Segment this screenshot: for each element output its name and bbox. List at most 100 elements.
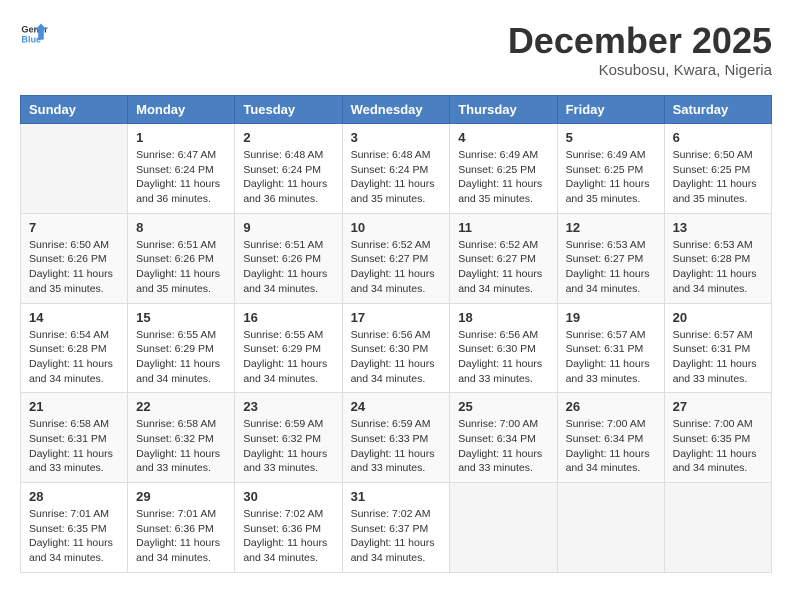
day-info: Sunrise: 6:53 AM Sunset: 6:27 PM Dayligh… (566, 238, 656, 297)
day-of-week-header: Friday (557, 96, 664, 124)
calendar-cell: 18 Sunrise: 6:56 AM Sunset: 6:30 PM Dayli… (450, 303, 557, 393)
day-number: 31 (351, 489, 442, 504)
day-number: 17 (351, 310, 442, 325)
day-info: Sunrise: 7:02 AM Sunset: 6:37 PM Dayligh… (351, 507, 442, 566)
day-info: Sunrise: 6:51 AM Sunset: 6:26 PM Dayligh… (243, 238, 333, 297)
calendar-cell: 30 Sunrise: 7:02 AM Sunset: 6:36 PM Dayli… (235, 483, 342, 573)
day-info: Sunrise: 6:50 AM Sunset: 6:25 PM Dayligh… (673, 148, 763, 207)
day-number: 3 (351, 130, 442, 145)
day-of-week-header: Saturday (664, 96, 771, 124)
calendar-cell: 28Sunrise: 7:01 AM Sunset: 6:35 PM Dayli… (21, 483, 128, 573)
day-info: Sunrise: 6:57 AM Sunset: 6:31 PM Dayligh… (566, 328, 656, 387)
calendar-cell: 21 Sunrise: 6:58 AM Sunset: 6:31 PM Dayli… (21, 393, 128, 483)
day-of-week-header: Monday (128, 96, 235, 124)
day-number: 7 (29, 220, 119, 235)
day-number: 23 (243, 399, 333, 414)
day-of-week-header: Thursday (450, 96, 557, 124)
day-info: Sunrise: 6:54 AM Sunset: 6:28 PM Dayligh… (29, 328, 119, 387)
calendar-cell: 7 Sunrise: 6:50 AM Sunset: 6:26 PM Daylig… (21, 213, 128, 303)
day-number: 27 (673, 399, 763, 414)
day-number: 26 (566, 399, 656, 414)
calendar-cell: 4Sunrise: 6:49 AM Sunset: 6:25 PM Daylig… (450, 124, 557, 214)
day-number: 16 (243, 310, 333, 325)
calendar-cell: 16 Sunrise: 6:55 AM Sunset: 6:29 PM Dayli… (235, 303, 342, 393)
calendar-table: SundayMondayTuesdayWednesdayThursdayFrid… (20, 95, 772, 573)
day-number: 18 (458, 310, 548, 325)
day-info: Sunrise: 6:58 AM Sunset: 6:31 PM Dayligh… (29, 417, 119, 476)
page-header: General Blue December 2025 Kosubosu, Kwa… (20, 20, 772, 79)
day-number: 22 (136, 399, 226, 414)
day-of-week-header: Sunday (21, 96, 128, 124)
calendar-week-row: 7 Sunrise: 6:50 AM Sunset: 6:26 PM Daylig… (21, 213, 772, 303)
location: Kosubosu, Kwara, Nigeria (508, 62, 772, 79)
calendar-cell: 27 Sunrise: 7:00 AM Sunset: 6:35 PM Dayli… (664, 393, 771, 483)
calendar-header-row: SundayMondayTuesdayWednesdayThursdayFrid… (21, 96, 772, 124)
day-info: Sunrise: 6:59 AM Sunset: 6:33 PM Dayligh… (351, 417, 442, 476)
day-number: 30 (243, 489, 333, 504)
calendar-cell: 29 Sunrise: 7:01 AM Sunset: 6:36 PM Dayli… (128, 483, 235, 573)
calendar-cell: 10Sunrise: 6:52 AM Sunset: 6:27 PM Dayli… (342, 213, 450, 303)
calendar-cell: 1 Sunrise: 6:47 AM Sunset: 6:24 PM Daylig… (128, 124, 235, 214)
calendar-cell: 15 Sunrise: 6:55 AM Sunset: 6:29 PM Dayli… (128, 303, 235, 393)
calendar-cell: 2 Sunrise: 6:48 AM Sunset: 6:24 PM Daylig… (235, 124, 342, 214)
day-info: Sunrise: 6:48 AM Sunset: 6:24 PM Dayligh… (243, 148, 333, 207)
day-number: 11 (458, 220, 548, 235)
calendar-cell: 26 Sunrise: 7:00 AM Sunset: 6:34 PM Dayli… (557, 393, 664, 483)
day-info: Sunrise: 6:57 AM Sunset: 6:31 PM Dayligh… (673, 328, 763, 387)
calendar-week-row: 14 Sunrise: 6:54 AM Sunset: 6:28 PM Dayli… (21, 303, 772, 393)
day-info: Sunrise: 6:59 AM Sunset: 6:32 PM Dayligh… (243, 417, 333, 476)
calendar-cell: 5Sunrise: 6:49 AM Sunset: 6:25 PM Daylig… (557, 124, 664, 214)
day-info: Sunrise: 6:56 AM Sunset: 6:30 PM Dayligh… (351, 328, 442, 387)
day-info: Sunrise: 6:55 AM Sunset: 6:29 PM Dayligh… (243, 328, 333, 387)
calendar-cell (664, 483, 771, 573)
day-number: 14 (29, 310, 119, 325)
day-number: 15 (136, 310, 226, 325)
day-number: 4 (458, 130, 548, 145)
day-number: 2 (243, 130, 333, 145)
calendar-cell (557, 483, 664, 573)
day-number: 19 (566, 310, 656, 325)
calendar-cell (21, 124, 128, 214)
calendar-cell: 25 Sunrise: 7:00 AM Sunset: 6:34 PM Dayli… (450, 393, 557, 483)
day-info: Sunrise: 7:00 AM Sunset: 6:34 PM Dayligh… (566, 417, 656, 476)
calendar-cell: 12 Sunrise: 6:53 AM Sunset: 6:27 PM Dayli… (557, 213, 664, 303)
day-info: Sunrise: 6:52 AM Sunset: 6:27 PM Dayligh… (458, 238, 548, 297)
day-number: 9 (243, 220, 333, 235)
day-number: 1 (136, 130, 226, 145)
day-info: Sunrise: 7:00 AM Sunset: 6:35 PM Dayligh… (673, 417, 763, 476)
day-number: 13 (673, 220, 763, 235)
day-number: 21 (29, 399, 119, 414)
calendar-cell: 31 Sunrise: 7:02 AM Sunset: 6:37 PM Dayli… (342, 483, 450, 573)
day-info: Sunrise: 7:02 AM Sunset: 6:36 PM Dayligh… (243, 507, 333, 566)
day-info: Sunrise: 6:56 AM Sunset: 6:30 PM Dayligh… (458, 328, 548, 387)
calendar-cell: 14 Sunrise: 6:54 AM Sunset: 6:28 PM Dayli… (21, 303, 128, 393)
calendar-cell: 3 Sunrise: 6:48 AM Sunset: 6:24 PM Daylig… (342, 124, 450, 214)
calendar-cell: 6Sunrise: 6:50 AM Sunset: 6:25 PM Daylig… (664, 124, 771, 214)
day-number: 10 (351, 220, 442, 235)
logo-icon: General Blue (20, 20, 48, 48)
day-info: Sunrise: 6:50 AM Sunset: 6:26 PM Dayligh… (29, 238, 119, 297)
svg-text:Blue: Blue (21, 34, 41, 44)
day-info: Sunrise: 6:48 AM Sunset: 6:24 PM Dayligh… (351, 148, 442, 207)
day-of-week-header: Wednesday (342, 96, 450, 124)
calendar-cell: 23 Sunrise: 6:59 AM Sunset: 6:32 PM Dayli… (235, 393, 342, 483)
calendar-week-row: 1 Sunrise: 6:47 AM Sunset: 6:24 PM Daylig… (21, 124, 772, 214)
calendar-cell: 8 Sunrise: 6:51 AM Sunset: 6:26 PM Daylig… (128, 213, 235, 303)
day-number: 29 (136, 489, 226, 504)
day-info: Sunrise: 6:55 AM Sunset: 6:29 PM Dayligh… (136, 328, 226, 387)
day-info: Sunrise: 6:51 AM Sunset: 6:26 PM Dayligh… (136, 238, 226, 297)
calendar-week-row: 28Sunrise: 7:01 AM Sunset: 6:35 PM Dayli… (21, 483, 772, 573)
day-number: 12 (566, 220, 656, 235)
calendar-week-row: 21 Sunrise: 6:58 AM Sunset: 6:31 PM Dayli… (21, 393, 772, 483)
calendar-cell: 13Sunrise: 6:53 AM Sunset: 6:28 PM Dayli… (664, 213, 771, 303)
day-number: 8 (136, 220, 226, 235)
day-info: Sunrise: 7:01 AM Sunset: 6:36 PM Dayligh… (136, 507, 226, 566)
day-number: 25 (458, 399, 548, 414)
day-info: Sunrise: 7:01 AM Sunset: 6:35 PM Dayligh… (29, 507, 119, 566)
day-number: 5 (566, 130, 656, 145)
calendar-cell: 20 Sunrise: 6:57 AM Sunset: 6:31 PM Dayli… (664, 303, 771, 393)
day-info: Sunrise: 7:00 AM Sunset: 6:34 PM Dayligh… (458, 417, 548, 476)
day-info: Sunrise: 6:47 AM Sunset: 6:24 PM Dayligh… (136, 148, 226, 207)
day-number: 20 (673, 310, 763, 325)
calendar-cell: 19 Sunrise: 6:57 AM Sunset: 6:31 PM Dayli… (557, 303, 664, 393)
